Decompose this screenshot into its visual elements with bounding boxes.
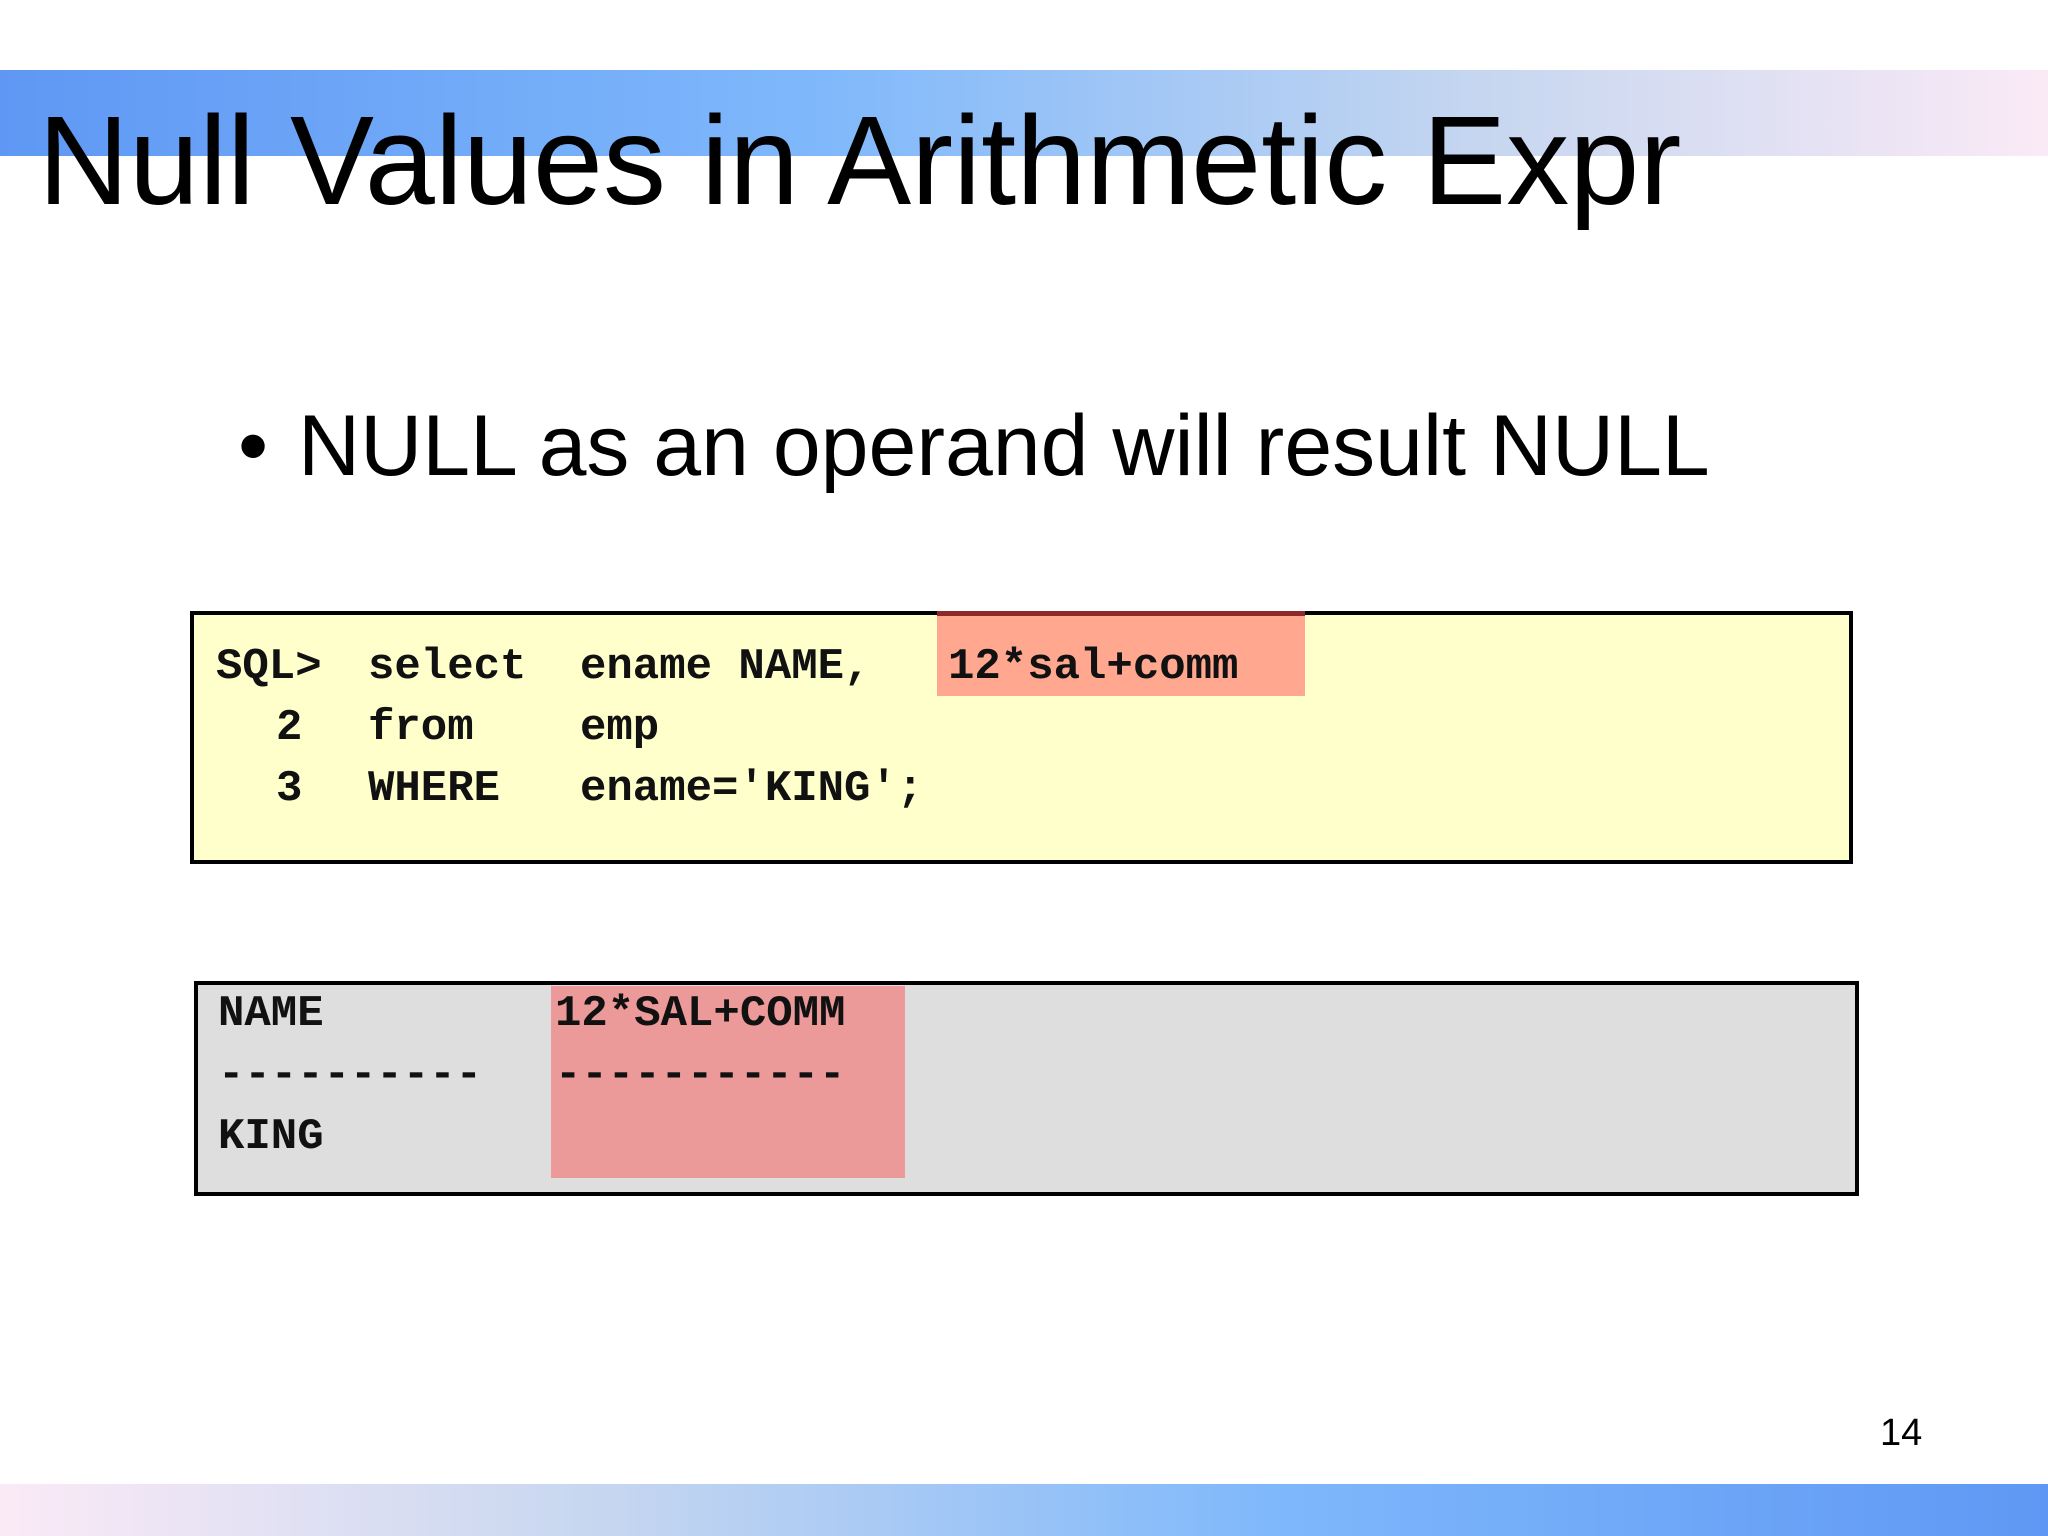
line-number-2: 2 bbox=[276, 703, 303, 753]
where-keyword: WHERE bbox=[368, 764, 501, 814]
sql-prompt: SQL> bbox=[216, 642, 322, 692]
query-highlight-edge bbox=[937, 611, 1305, 616]
from-keyword: from bbox=[368, 703, 474, 753]
bullet-text: NULL as an operand will result NULL bbox=[298, 398, 1710, 494]
result-separator-expression: ----------- bbox=[555, 1050, 846, 1100]
slide-title: Null Values in Arithmetic Expr bbox=[38, 90, 1682, 231]
page-number: 14 bbox=[1880, 1412, 1923, 1454]
result-header-expression: 12*SAL+COMM bbox=[555, 989, 846, 1039]
select-expression: 12*sal+comm bbox=[948, 642, 1239, 692]
where-condition: ename='KING'; bbox=[580, 764, 924, 814]
result-row-name: KING bbox=[218, 1112, 324, 1162]
bullet-dot-icon: • bbox=[238, 398, 269, 494]
line-number-3: 3 bbox=[276, 764, 303, 814]
bottom-gradient-band bbox=[0, 1484, 2048, 1536]
result-header-name: NAME bbox=[218, 989, 324, 1039]
select-column: ename NAME, bbox=[580, 642, 871, 692]
result-separator-name: ---------- bbox=[218, 1050, 483, 1100]
from-table: emp bbox=[580, 703, 660, 753]
bullet-point: • NULL as an operand will result NULL bbox=[238, 396, 1710, 496]
select-keyword: select bbox=[368, 642, 527, 692]
